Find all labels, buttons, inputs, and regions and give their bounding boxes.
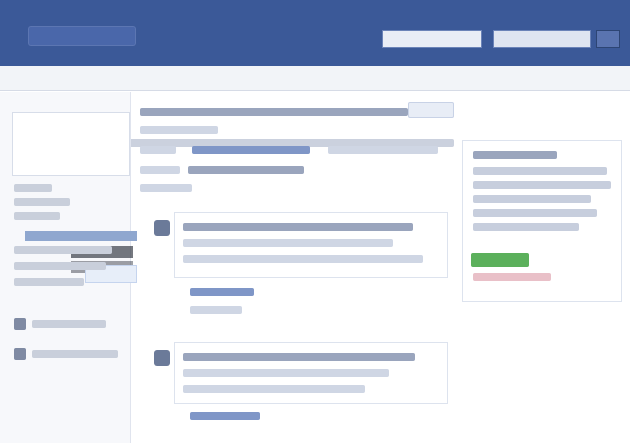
post-link[interactable] xyxy=(190,288,254,296)
right-panel-heading xyxy=(473,151,557,159)
sidebar-widget-header xyxy=(25,231,137,241)
main-subheading xyxy=(140,126,218,134)
notice-bar xyxy=(0,66,630,149)
sidebar-item[interactable] xyxy=(14,184,52,192)
sidebar-item[interactable] xyxy=(14,212,60,220)
brand-logo[interactable] xyxy=(28,26,136,46)
sidebar-item[interactable] xyxy=(14,262,106,270)
sidebar-widget xyxy=(12,112,137,283)
post-meta xyxy=(183,369,389,377)
main-tab[interactable] xyxy=(328,146,438,154)
right-panel-line xyxy=(473,195,591,203)
login-button[interactable] xyxy=(596,30,620,48)
main-heading xyxy=(140,108,408,116)
main-action-button[interactable] xyxy=(408,102,454,118)
post-secondary-link[interactable] xyxy=(190,306,242,314)
post-snippet xyxy=(183,255,423,263)
main-label xyxy=(140,184,192,192)
post-snippet xyxy=(183,385,365,393)
email-input[interactable] xyxy=(382,30,482,48)
page xyxy=(0,0,630,443)
post-title[interactable] xyxy=(183,353,415,361)
right-panel xyxy=(462,140,622,302)
sidebar-icon xyxy=(14,318,26,330)
sidebar-item[interactable] xyxy=(32,350,118,358)
main-filter[interactable] xyxy=(140,166,180,174)
right-panel-note xyxy=(473,273,551,281)
sidebar-icon xyxy=(14,348,26,360)
right-panel-line xyxy=(473,167,607,175)
main-content xyxy=(136,92,454,443)
right-panel-line xyxy=(473,209,597,217)
primary-cta-button[interactable] xyxy=(471,253,529,267)
sidebar-item[interactable] xyxy=(14,198,70,206)
main-filter[interactable] xyxy=(188,166,304,174)
sidebar-item[interactable] xyxy=(14,246,112,254)
post-avatar-icon xyxy=(154,350,170,366)
main-tab[interactable] xyxy=(192,146,310,154)
post-link[interactable] xyxy=(190,412,260,420)
top-navigation-bar xyxy=(0,0,630,66)
right-panel-line xyxy=(473,181,611,189)
password-input[interactable] xyxy=(493,30,591,48)
sidebar-item[interactable] xyxy=(14,278,84,286)
post-title[interactable] xyxy=(183,223,413,231)
main-tab[interactable] xyxy=(140,146,176,154)
post-meta xyxy=(183,239,393,247)
sidebar-item[interactable] xyxy=(32,320,106,328)
post-avatar-icon xyxy=(154,220,170,236)
post-card xyxy=(174,342,448,404)
right-panel-line xyxy=(473,223,579,231)
post-card xyxy=(174,212,448,278)
